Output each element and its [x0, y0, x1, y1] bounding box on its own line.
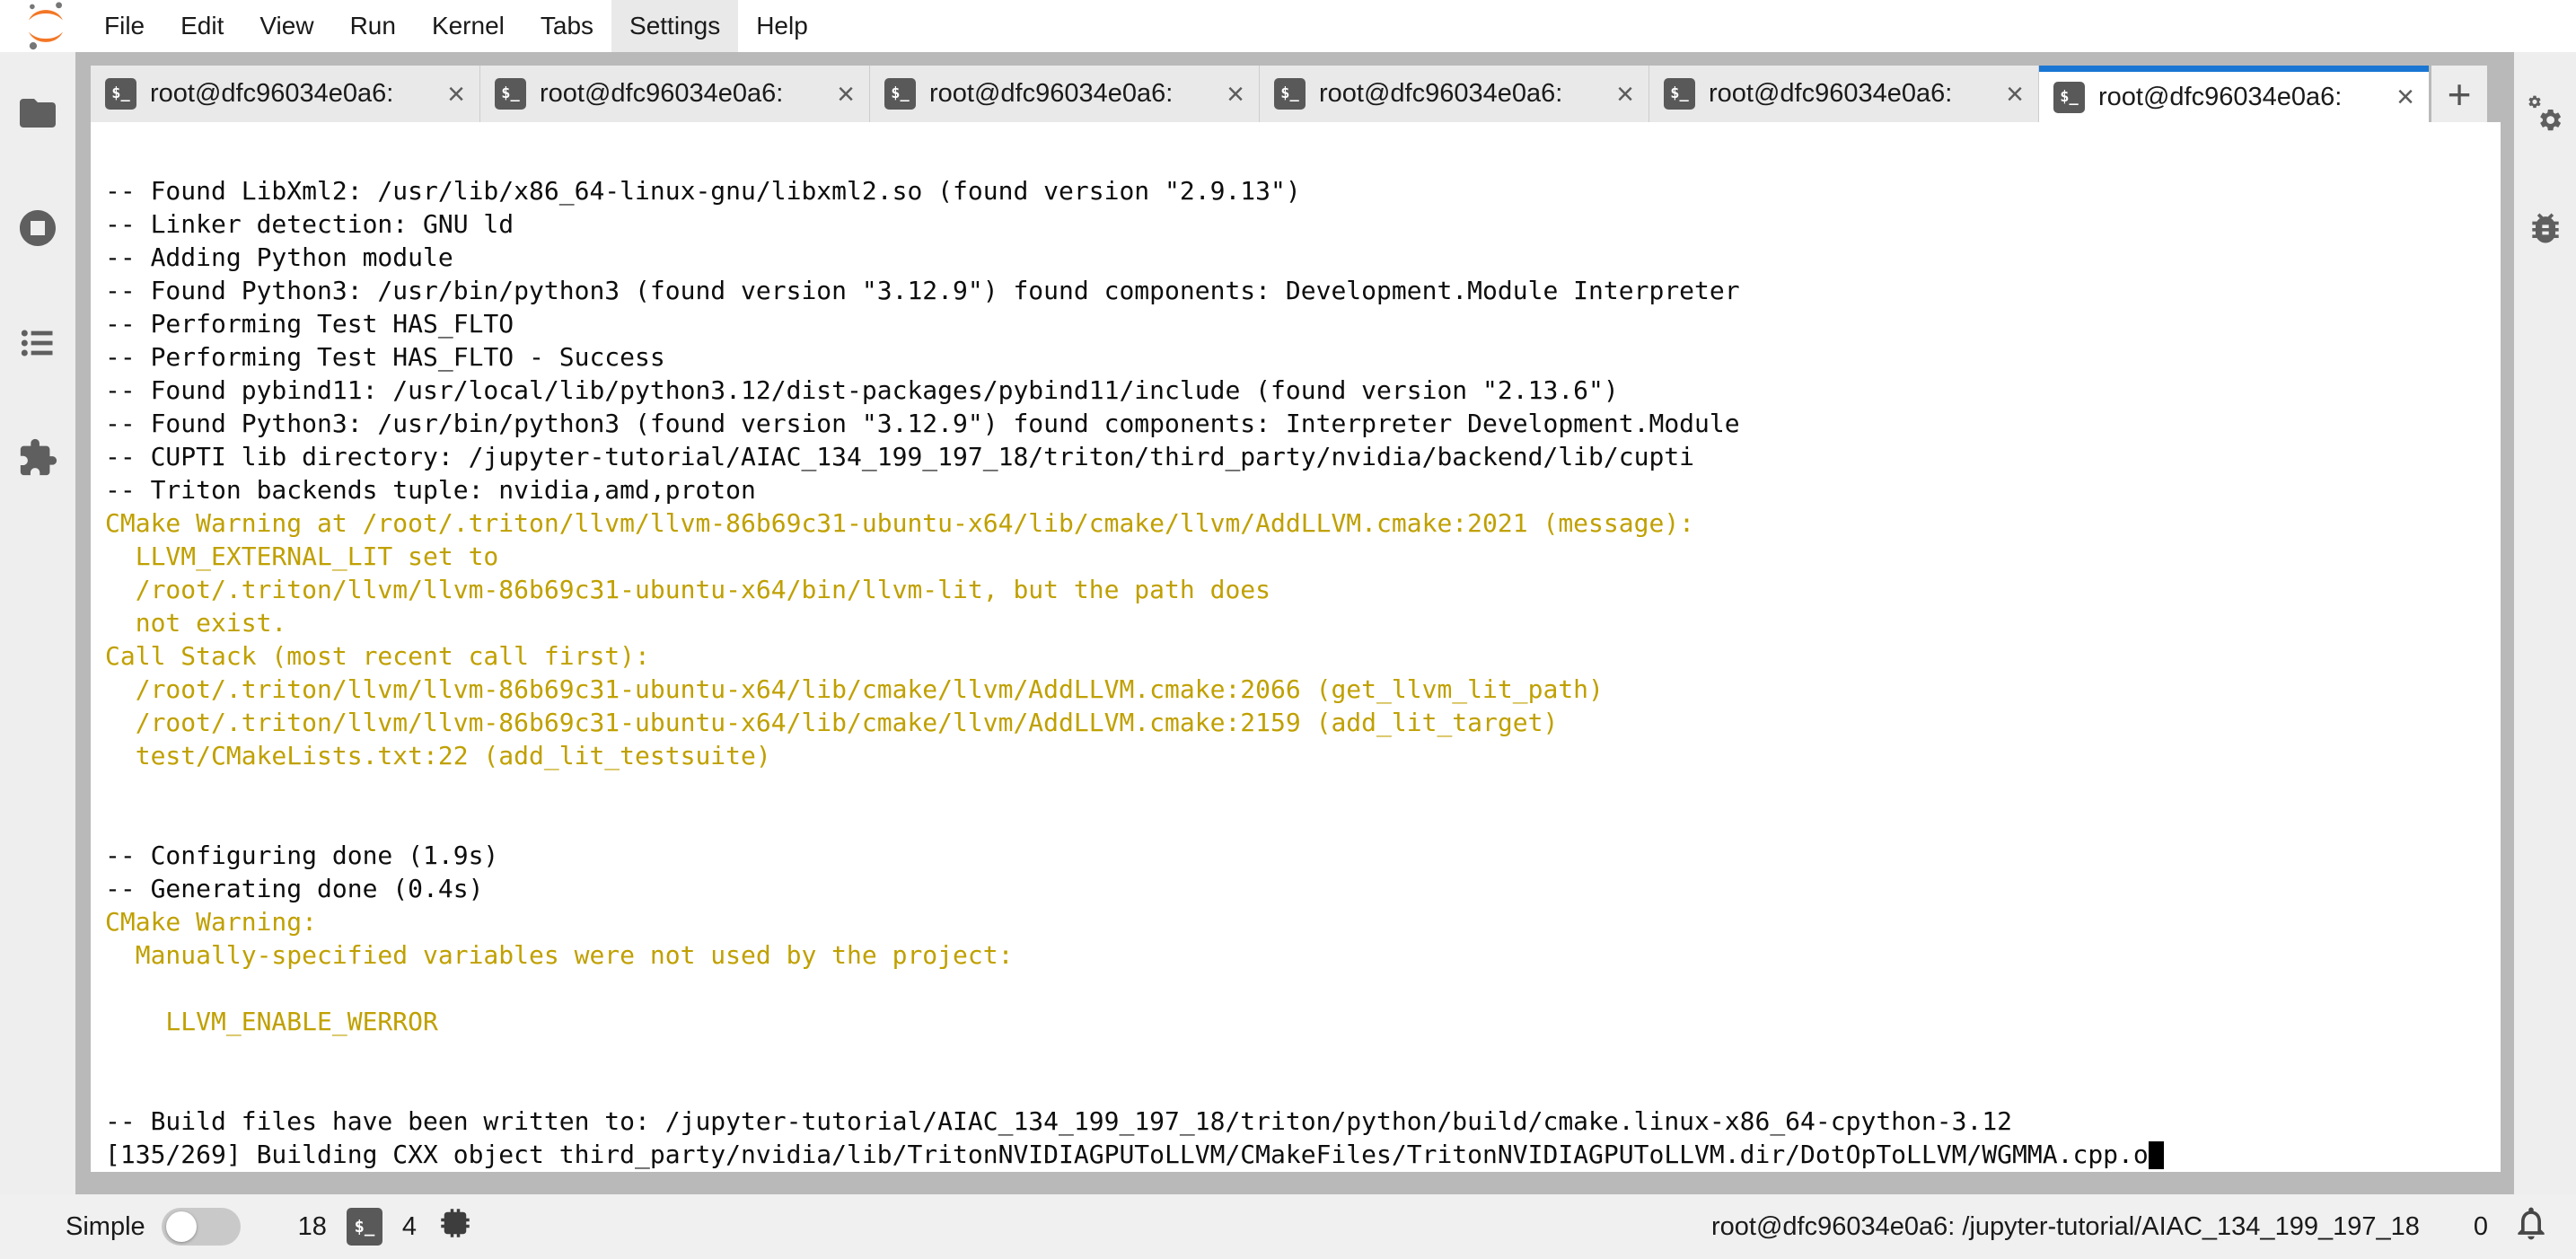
close-icon[interactable]: ×: [1997, 79, 2024, 110]
terminal-icon: $_: [1664, 78, 1695, 110]
terminal-line: LLVM_EXTERNAL_LIT set to: [105, 540, 2501, 573]
terminal-line: LLVM_ENABLE_WERROR: [105, 1005, 2501, 1038]
kernel-icon: [436, 1204, 474, 1249]
terminal-tab-4[interactable]: $_ root@dfc96034e0a6: ×: [1260, 66, 1649, 122]
terminal-tab-6[interactable]: $_ root@dfc96034e0a6: ×: [2039, 66, 2429, 122]
tab-label: root@dfc96034e0a6:: [150, 79, 393, 109]
terminal-tab-3[interactable]: $_ root@dfc96034e0a6: ×: [870, 66, 1260, 122]
tab-label: root@dfc96034e0a6:: [929, 79, 1173, 109]
terminal-line: -- Generating done (0.4s): [105, 872, 2501, 905]
terminal-line: -- Found Python3: /usr/bin/python3 (foun…: [105, 407, 2501, 440]
menu-item-file[interactable]: File: [86, 0, 163, 52]
table-of-contents-icon[interactable]: [16, 321, 59, 365]
kernel-count[interactable]: 4: [402, 1212, 417, 1242]
terminal-line: [105, 772, 2501, 806]
left-sidebar: [0, 52, 75, 1194]
terminal-line: -- Found LibXml2: /usr/lib/x86_64-linux-…: [105, 174, 2501, 207]
dock-panel: $_ root@dfc96034e0a6: × $_ root@dfc96034…: [75, 52, 2514, 1194]
terminal-tab-5[interactable]: $_ root@dfc96034e0a6: ×: [1649, 66, 2039, 122]
terminal-line: -- Performing Test HAS_FLTO: [105, 307, 2501, 340]
terminal-line-text: [135/269] Building CXX object third_part…: [105, 1140, 2149, 1169]
tab-label: root@dfc96034e0a6:: [2098, 83, 2342, 112]
terminal-icon: $_: [884, 78, 916, 110]
terminal-line: [135/269] Building CXX object third_part…: [105, 1138, 2501, 1171]
terminal-line: CMake Warning:: [105, 905, 2501, 938]
terminal-line: CMake Warning at /root/.triton/llvm/llvm…: [105, 506, 2501, 540]
extension-manager-icon[interactable]: [16, 436, 59, 480]
close-icon[interactable]: ×: [1607, 79, 1634, 110]
terminal-line: /root/.triton/llvm/llvm-86b69c31-ubuntu-…: [105, 673, 2501, 706]
terminal-session-path[interactable]: root@dfc96034e0a6: /jupyter-tutorial/AIA…: [1711, 1212, 2420, 1242]
status-bar: Simple 18 $_ 4 root@dfc96034e0a6: /jupyt…: [0, 1194, 2576, 1259]
close-icon[interactable]: ×: [2387, 82, 2414, 112]
terminal-line: -- Adding Python module: [105, 241, 2501, 274]
terminal-line: not exist.: [105, 606, 2501, 639]
terminal-count[interactable]: 18: [298, 1212, 327, 1242]
jupyter-logo-icon: [18, 2, 74, 50]
terminal-tab-1[interactable]: $_ root@dfc96034e0a6: ×: [91, 66, 480, 122]
terminal-line: -- Configuring done (1.9s): [105, 839, 2501, 872]
menu-item-help[interactable]: Help: [738, 0, 826, 52]
menu-bar: File Edit View Run Kernel Tabs Settings …: [0, 0, 2576, 52]
terminal-icon: $_: [1274, 78, 1306, 110]
new-tab-button[interactable]: +: [2431, 66, 2487, 122]
menu-item-settings[interactable]: Settings: [611, 0, 738, 52]
terminal-line: [105, 1071, 2501, 1105]
right-sidebar: [2514, 52, 2576, 1194]
terminal-line: /root/.triton/llvm/llvm-86b69c31-ubuntu-…: [105, 573, 2501, 606]
terminal-icon: $_: [495, 78, 526, 110]
close-icon[interactable]: ×: [828, 79, 855, 110]
terminal-output[interactable]: -- Found LibXml2: /usr/lib/x86_64-linux-…: [91, 122, 2501, 1172]
terminal-line: -- Found pybind11: /usr/local/lib/python…: [105, 374, 2501, 407]
terminal-line: -- Found Python3: /usr/bin/python3 (foun…: [105, 274, 2501, 307]
terminal-line: Manually-specified variables were not us…: [105, 938, 2501, 972]
tab-bar: $_ root@dfc96034e0a6: × $_ root@dfc96034…: [91, 66, 2501, 122]
menu-item-view[interactable]: View: [242, 0, 331, 52]
close-icon[interactable]: ×: [438, 79, 465, 110]
terminal-line: [105, 972, 2501, 1005]
terminal-line: -- Build files have been written to: /ju…: [105, 1105, 2501, 1138]
menu-item-edit[interactable]: Edit: [163, 0, 242, 52]
property-inspector-icon[interactable]: [2524, 93, 2567, 136]
terminal-line: Call Stack (most recent call first):: [105, 639, 2501, 673]
terminal-line: -- Triton backends tuple: nvidia,amd,pro…: [105, 473, 2501, 506]
running-sessions-icon[interactable]: [16, 207, 59, 250]
simple-mode-toggle[interactable]: [162, 1208, 241, 1246]
terminal-tab-2[interactable]: $_ root@dfc96034e0a6: ×: [480, 66, 870, 122]
tab-label: root@dfc96034e0a6:: [1319, 79, 1562, 109]
terminal-icon: $_: [105, 78, 136, 110]
terminal-line: [105, 806, 2501, 839]
tab-label: root@dfc96034e0a6:: [540, 79, 783, 109]
notification-count: 0: [2474, 1212, 2488, 1242]
interface-mode-label: Simple: [66, 1212, 145, 1242]
close-icon[interactable]: ×: [1218, 79, 1244, 110]
terminal-line: /root/.triton/llvm/llvm-86b69c31-ubuntu-…: [105, 706, 2501, 739]
terminal-line: -- Performing Test HAS_FLTO - Success: [105, 340, 2501, 374]
menu-item-tabs[interactable]: Tabs: [523, 0, 611, 52]
terminal-icon: $_: [2053, 82, 2085, 113]
terminal-line: [105, 1038, 2501, 1071]
toggle-knob: [166, 1211, 197, 1242]
terminal-line: test/CMakeLists.txt:22 (add_lit_testsuit…: [105, 739, 2501, 772]
tab-label: root@dfc96034e0a6:: [1709, 79, 1952, 109]
menu-item-kernel[interactable]: Kernel: [414, 0, 523, 52]
debugger-icon[interactable]: [2524, 207, 2567, 250]
terminal-line: -- CUPTI lib directory: /jupyter-tutoria…: [105, 440, 2501, 473]
terminal-line: -- Linker detection: GNU ld: [105, 207, 2501, 241]
terminal-cursor: [2149, 1141, 2164, 1169]
menu-item-run[interactable]: Run: [332, 0, 414, 52]
file-browser-icon[interactable]: [16, 92, 59, 135]
terminal-icon: $_: [347, 1208, 382, 1246]
notification-bell-icon[interactable]: [2511, 1203, 2551, 1250]
